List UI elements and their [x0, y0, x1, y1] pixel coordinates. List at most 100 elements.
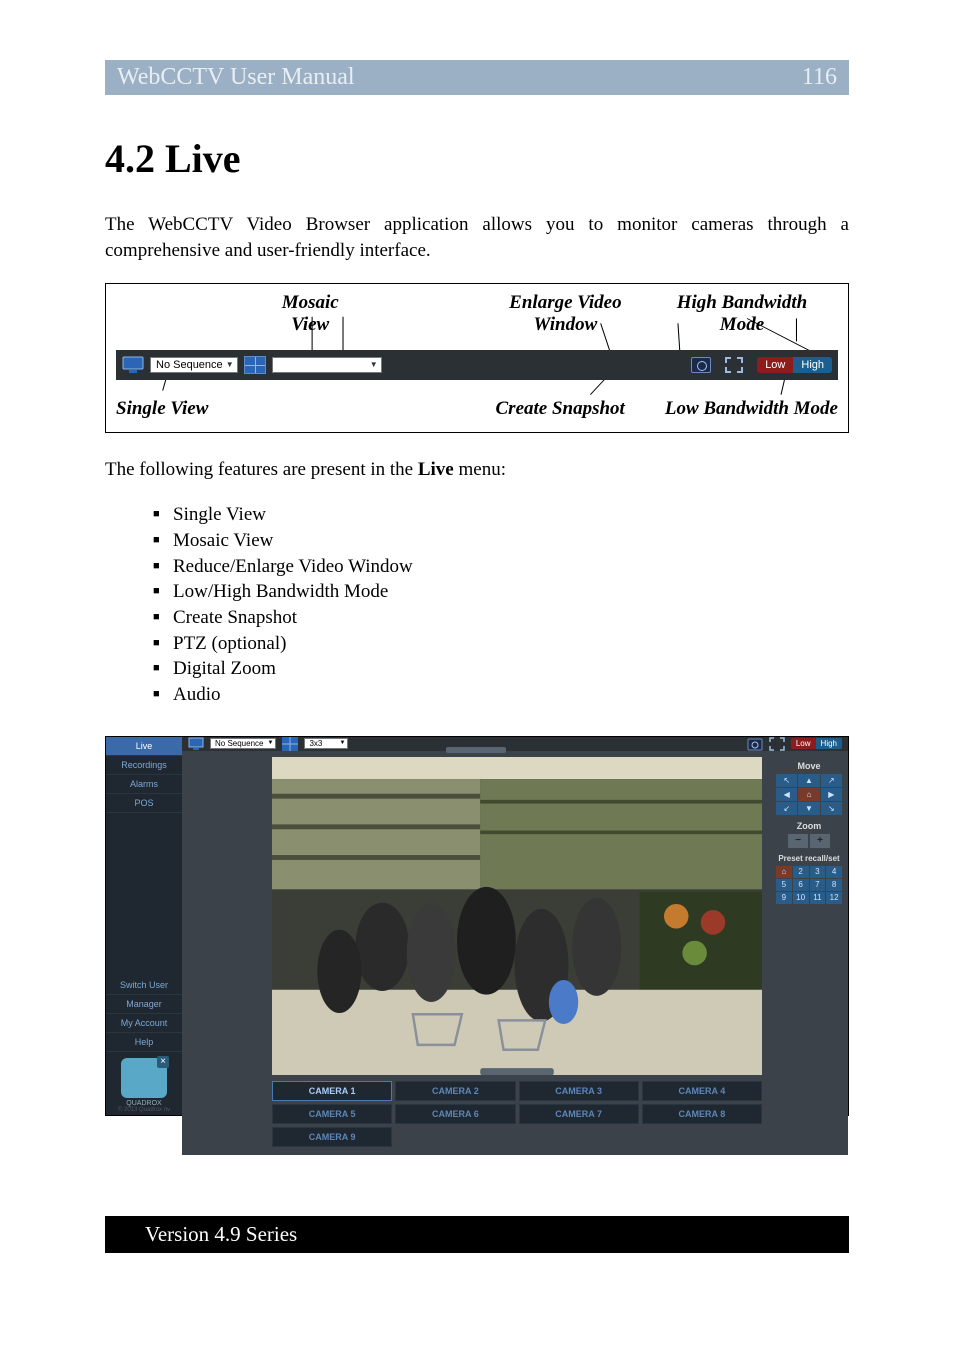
ptz-move-title: Move — [776, 761, 842, 771]
snapshot-icon[interactable] — [747, 737, 763, 751]
footer-version: Version 4.9 Series — [145, 1222, 297, 1246]
pane-divider-handle[interactable] — [446, 747, 506, 753]
ptz-down-right-icon[interactable]: ↘ — [821, 802, 842, 815]
ptz-preset-title: Preset recall/set — [776, 854, 842, 863]
single-view-icon[interactable] — [122, 356, 144, 374]
zoom-in-icon[interactable]: + — [810, 834, 830, 848]
ptz-down-icon[interactable]: ▼ — [798, 802, 819, 815]
header-page-number: 116 — [802, 64, 837, 91]
mosaic-dropdown[interactable] — [272, 357, 382, 373]
preset-button[interactable]: 7 — [810, 879, 826, 891]
preset-button[interactable]: 10 — [793, 892, 809, 904]
ptz-home-icon[interactable]: ⌂ — [798, 788, 819, 801]
bandwidth-high[interactable]: High — [816, 738, 842, 749]
sidebar-item-live[interactable]: Live — [106, 737, 182, 756]
ptz-zoom-title: Zoom — [776, 821, 842, 831]
brand-logo-text: QUADROX — [106, 1100, 182, 1107]
camera-button[interactable]: CAMERA 7 — [519, 1104, 639, 1124]
camera-button[interactable]: CAMERA 4 — [642, 1081, 762, 1101]
expand-icon[interactable] — [769, 737, 785, 751]
snapshot-icon[interactable] — [691, 357, 711, 373]
bandwidth-toggle[interactable]: Low High — [757, 357, 832, 373]
ptz-right-icon[interactable]: ▶ — [821, 788, 842, 801]
feature-item: Single View — [153, 502, 849, 528]
label-enlarge-video: Enlarge Video Window — [477, 292, 654, 336]
ptz-move-grid: ↖ ▲ ↗ ◀ ⌂ ▶ ↙ ▼ ↘ — [776, 774, 842, 815]
label-low-bandwidth: Low Bandwidth Mode — [665, 398, 838, 420]
bandwidth-low[interactable]: Low — [791, 738, 816, 749]
features-intro: The following features are present in th… — [105, 457, 849, 483]
preset-button[interactable]: 2 — [793, 866, 809, 878]
zoom-out-icon[interactable]: − — [788, 834, 808, 848]
mosaic-view-icon[interactable] — [282, 737, 298, 751]
app-toolbar: No Sequence 3x3 Low High — [182, 737, 848, 751]
camera-button[interactable]: CAMERA 8 — [642, 1104, 762, 1124]
label-mosaic-view: Mosaic View — [261, 292, 359, 336]
bandwidth-high[interactable]: High — [793, 357, 832, 373]
preset-button[interactable]: 11 — [810, 892, 826, 904]
feature-list: Single View Mosaic View Reduce/Enlarge V… — [105, 502, 849, 707]
feature-item: Create Snapshot — [153, 605, 849, 631]
preset-button[interactable]: ⌂ — [776, 866, 792, 878]
expand-icon[interactable] — [725, 357, 743, 373]
feature-item: PTZ (optional) — [153, 631, 849, 657]
copyright-text: © 2013 Quadrox nv — [106, 1107, 182, 1115]
ptz-up-left-icon[interactable]: ↖ — [776, 774, 797, 787]
bandwidth-low[interactable]: Low — [757, 357, 793, 373]
camera-button[interactable]: CAMERA 5 — [272, 1104, 392, 1124]
preset-button[interactable]: 8 — [826, 879, 842, 891]
label-single-view: Single View — [116, 398, 208, 420]
preset-button[interactable]: 9 — [776, 892, 792, 904]
camera-button[interactable]: CAMERA 6 — [395, 1104, 515, 1124]
feature-item: Digital Zoom — [153, 656, 849, 682]
preset-button[interactable]: 12 — [826, 892, 842, 904]
header-title: WebCCTV User Manual — [117, 64, 355, 91]
sidebar-item-my-account[interactable]: My Account — [106, 1014, 182, 1033]
feature-item: Low/High Bandwidth Mode — [153, 579, 849, 605]
page-footer: Version 4.9 Series — [105, 1216, 849, 1253]
sidebar-nav-top: Live Recordings Alarms POS — [106, 737, 182, 813]
camera-button[interactable]: CAMERA 2 — [395, 1081, 515, 1101]
brand-logo-icon — [121, 1058, 167, 1098]
feature-item: Reduce/Enlarge Video Window — [153, 554, 849, 580]
video-frame[interactable] — [272, 757, 762, 1076]
ptz-down-left-icon[interactable]: ↙ — [776, 802, 797, 815]
camera-button[interactable]: CAMERA 1 — [272, 1081, 392, 1101]
sidebar-nav-bottom: Switch User Manager My Account Help — [106, 976, 182, 1052]
sidebar-item-switch-user[interactable]: Switch User — [106, 976, 182, 995]
sidebar-item-alarms[interactable]: Alarms — [106, 775, 182, 794]
sidebar-item-help[interactable]: Help — [106, 1033, 182, 1052]
preset-button[interactable]: 6 — [793, 879, 809, 891]
feature-item: Audio — [153, 682, 849, 708]
ptz-up-right-icon[interactable]: ↗ — [821, 774, 842, 787]
preset-button[interactable]: 4 — [826, 866, 842, 878]
sidebar-item-pos[interactable]: POS — [106, 794, 182, 813]
section-heading: 4.2 Live — [105, 135, 849, 182]
intro-paragraph: The WebCCTV Video Browser application al… — [105, 212, 849, 263]
bandwidth-toggle[interactable]: Low High — [791, 738, 842, 749]
ptz-left-icon[interactable]: ◀ — [776, 788, 797, 801]
feature-item: Mosaic View — [153, 528, 849, 554]
grid-dropdown[interactable]: 3x3 — [304, 738, 348, 749]
sidebar-item-manager[interactable]: Manager — [106, 995, 182, 1014]
mosaic-view-icon[interactable] — [244, 356, 266, 374]
sequence-dropdown[interactable]: No Sequence — [210, 738, 276, 749]
camera-grid: CAMERA 1 CAMERA 2 CAMERA 3 CAMERA 4 CAME… — [272, 1081, 762, 1147]
ptz-panel: Move ↖ ▲ ↗ ◀ ⌂ ▶ ↙ ▼ ↘ Zoom − — [770, 751, 848, 1156]
single-view-icon[interactable] — [188, 737, 204, 751]
camera-button[interactable]: CAMERA 3 — [519, 1081, 639, 1101]
label-create-snapshot: Create Snapshot — [496, 398, 625, 420]
ptz-up-icon[interactable]: ▲ — [798, 774, 819, 787]
preset-grid: ⌂ 2 3 4 5 6 7 8 9 10 11 12 — [776, 866, 842, 904]
sidebar-item-recordings[interactable]: Recordings — [106, 756, 182, 775]
camera-button[interactable]: CAMERA 9 — [272, 1127, 392, 1147]
preset-button[interactable]: 5 — [776, 879, 792, 891]
toolbar-diagram: Mosaic View Enlarge Video Window High Ba… — [105, 283, 849, 433]
sidebar: Live Recordings Alarms POS Switch User M… — [106, 737, 182, 1115]
live-screenshot: × WebCCTV user on 10.0.10.176 — вторник,… — [105, 736, 849, 1116]
page-header: WebCCTV User Manual 116 — [105, 60, 849, 95]
preset-button[interactable]: 3 — [810, 866, 826, 878]
label-high-bandwidth: High Bandwidth Mode — [654, 292, 830, 336]
sequence-dropdown[interactable]: No Sequence — [150, 357, 238, 373]
toolbar-strip: No Sequence Low High — [116, 350, 838, 380]
